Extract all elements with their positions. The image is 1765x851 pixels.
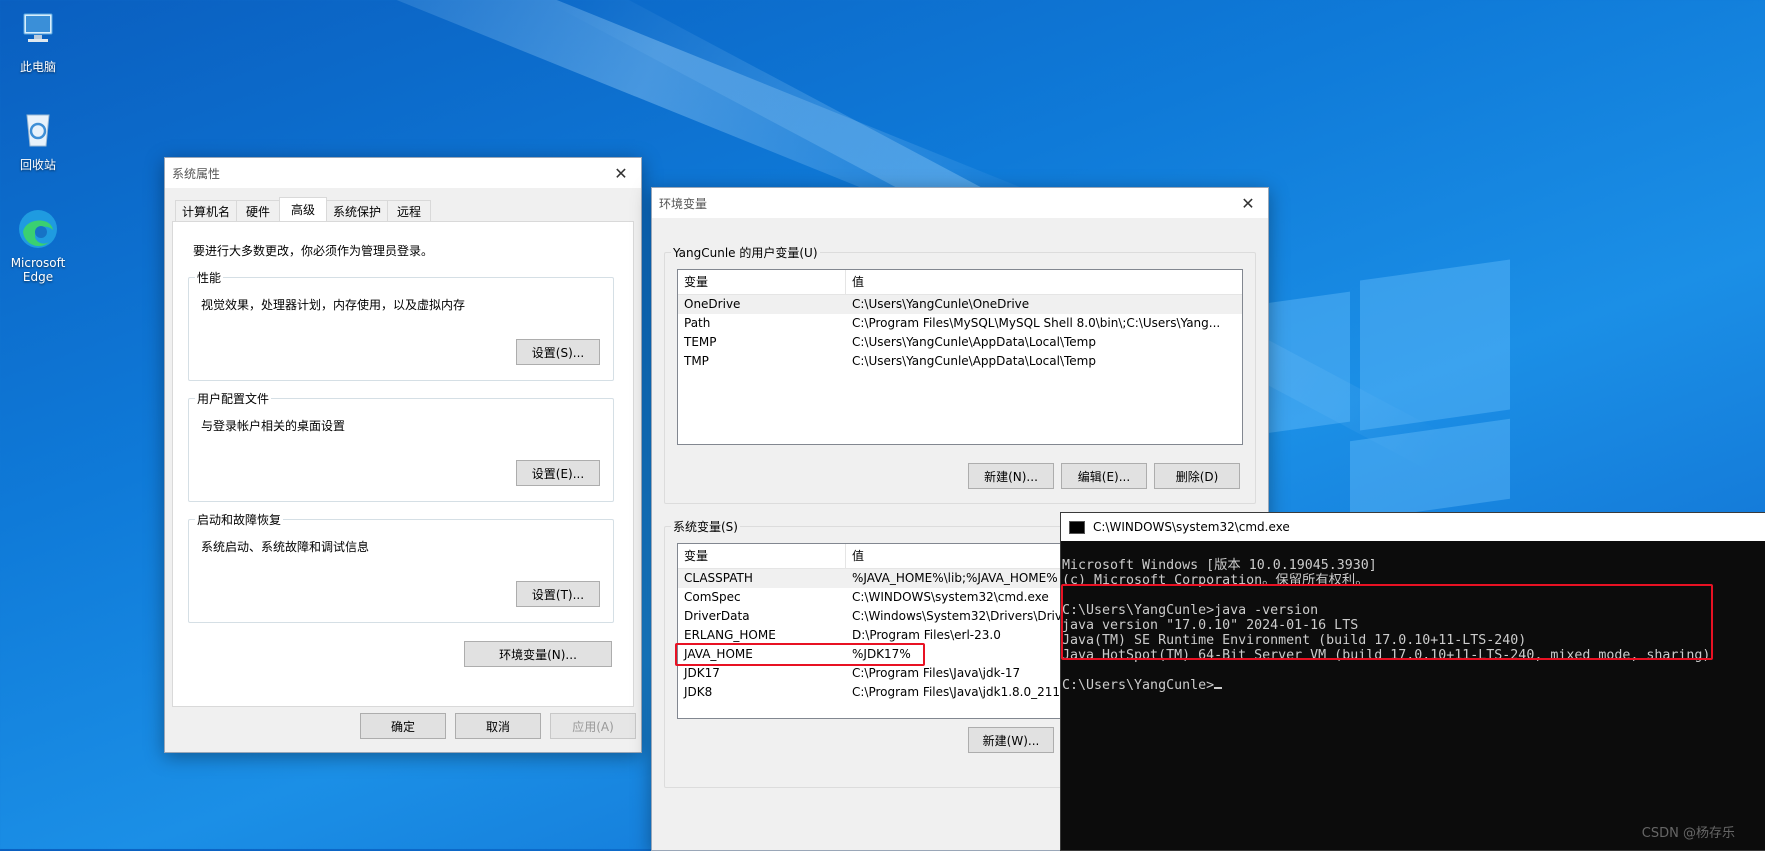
tab-remote[interactable]: 远程 bbox=[387, 200, 431, 221]
row-variable: JDK8 bbox=[684, 685, 713, 699]
system-properties-titlebar[interactable]: 系统属性 ✕ bbox=[165, 158, 641, 188]
environment-variables-button[interactable]: 环境变量(N)... bbox=[464, 641, 612, 667]
column-header-variable[interactable]: 变量 bbox=[678, 270, 846, 294]
row-variable: JDK17 bbox=[684, 666, 720, 680]
startup-recovery-group: 启动和故障恢复 系统启动、系统故障和调试信息 设置(T)... bbox=[188, 511, 614, 623]
tab-page-advanced: 要进行大多数更改，你必须作为管理员登录。 性能 视觉效果，处理器计划，内存使用，… bbox=[172, 221, 634, 707]
system-new-button[interactable]: 新建(W)... bbox=[968, 727, 1054, 753]
wallpaper-logo-pane bbox=[1350, 418, 1510, 522]
list-row[interactable]: TEMP C:\Users\YangCunle\AppData\Local\Te… bbox=[678, 333, 1242, 352]
cmd-line: java version "17.0.10" 2024-01-16 LTS bbox=[1062, 618, 1359, 633]
environment-variables-titlebar[interactable]: 环境变量 ✕ bbox=[652, 188, 1268, 218]
row-variable: Path bbox=[684, 316, 711, 330]
cmd-line: Microsoft Windows [版本 10.0.19045.3930] bbox=[1062, 558, 1377, 573]
list-header: 变量 值 bbox=[678, 270, 1242, 295]
performance-settings-button[interactable]: 设置(S)... bbox=[516, 339, 600, 365]
cmd-window[interactable]: C:\WINDOWS\system32\cmd.exe Microsoft Wi… bbox=[1060, 512, 1765, 851]
wallpaper-logo-pane bbox=[1360, 259, 1510, 431]
list-row[interactable]: OneDrive C:\Users\YangCunle\OneDrive bbox=[678, 295, 1242, 314]
apply-button[interactable]: 应用(A) bbox=[550, 713, 636, 739]
cmd-titlebar[interactable]: C:\WINDOWS\system32\cmd.exe bbox=[1061, 513, 1765, 541]
user-new-button[interactable]: 新建(N)... bbox=[968, 463, 1054, 489]
user-profile-desc: 与登录帐户相关的桌面设置 bbox=[201, 419, 346, 433]
tab-advanced[interactable]: 高级 bbox=[279, 197, 327, 221]
user-profile-settings-button[interactable]: 设置(E)... bbox=[516, 460, 600, 486]
row-variable: CLASSPATH bbox=[684, 571, 753, 585]
cmd-line bbox=[1062, 663, 1765, 678]
row-value: C:\Users\YangCunle\OneDrive bbox=[852, 297, 1030, 311]
cmd-prompt-line: C:\Users\YangCunle> bbox=[1062, 678, 1765, 693]
recycle-bin-icon bbox=[15, 106, 61, 152]
user-delete-button[interactable]: 删除(D) bbox=[1154, 463, 1240, 489]
list-row[interactable]: TMP C:\Users\YangCunle\AppData\Local\Tem… bbox=[678, 352, 1242, 371]
system-variables-legend: 系统变量(S) bbox=[671, 518, 740, 535]
row-value: C:\Program Files\MySQL\MySQL Shell 8.0\b… bbox=[852, 316, 1221, 330]
performance-desc: 视觉效果，处理器计划，内存使用，以及虚拟内存 bbox=[201, 298, 466, 312]
desktop-icon-label: 回收站 bbox=[19, 158, 56, 172]
system-properties-dialog: 系统属性 ✕ 计算机名 硬件 高级 系统保护 远程 要进行大多数更改，你必须作为… bbox=[164, 157, 642, 753]
user-profile-group: 用户配置文件 与登录帐户相关的桌面设置 设置(E)... bbox=[188, 390, 614, 502]
cmd-line: Java(TM) SE Runtime Environment (build 1… bbox=[1062, 633, 1527, 648]
cmd-output[interactable]: Microsoft Windows [版本 10.0.19045.3930] (c… bbox=[1061, 541, 1765, 723]
this-pc-icon bbox=[15, 8, 61, 54]
user-variables-group: YangCunle 的用户变量(U) 变量 值 OneDrive C:\User… bbox=[664, 244, 1256, 504]
user-variables-list[interactable]: 变量 值 OneDrive C:\Users\YangCunle\OneDriv… bbox=[677, 269, 1243, 445]
row-variable: ERLANG_HOME bbox=[684, 628, 776, 642]
column-header-value[interactable]: 值 bbox=[846, 270, 1242, 294]
cmd-line bbox=[1062, 588, 1765, 603]
user-profile-legend: 用户配置文件 bbox=[195, 390, 272, 407]
user-variables-legend: YangCunle 的用户变量(U) bbox=[671, 244, 820, 261]
row-variable: TEMP bbox=[684, 335, 717, 349]
cmd-line: C:\Users\YangCunle>java -version bbox=[1062, 603, 1319, 618]
watermark: CSDN @杨存乐 bbox=[1641, 826, 1735, 841]
dialog-title: 环境变量 bbox=[659, 196, 708, 211]
desktop-icon-this-pc[interactable]: 此电脑 bbox=[0, 8, 76, 75]
cmd-line: Java HotSpot(TM) 64-Bit Server VM (build… bbox=[1062, 648, 1711, 663]
close-icon[interactable]: ✕ bbox=[1228, 188, 1268, 218]
desktop-icon-label: Microsoft Edge bbox=[10, 256, 66, 284]
startup-recovery-settings-button[interactable]: 设置(T)... bbox=[516, 581, 600, 607]
cmd-title: C:\WINDOWS\system32\cmd.exe bbox=[1093, 520, 1290, 534]
row-value: C:\Users\YangCunle\AppData\Local\Temp bbox=[852, 335, 1096, 349]
tab-hardware[interactable]: 硬件 bbox=[236, 200, 280, 221]
edge-icon bbox=[15, 206, 61, 252]
tab-computer-name[interactable]: 计算机名 bbox=[175, 200, 237, 221]
desktop-icon-recycle-bin[interactable]: 回收站 bbox=[0, 106, 76, 173]
close-icon[interactable]: ✕ bbox=[601, 158, 641, 188]
user-edit-button[interactable]: 编辑(E)... bbox=[1061, 463, 1147, 489]
performance-group: 性能 视觉效果，处理器计划，内存使用，以及虚拟内存 设置(S)... bbox=[188, 269, 614, 381]
tab-system-protection[interactable]: 系统保护 bbox=[326, 200, 388, 221]
cmd-cursor bbox=[1214, 687, 1223, 689]
row-variable: JAVA_HOME bbox=[684, 647, 753, 661]
cmd-icon bbox=[1069, 520, 1085, 534]
row-variable: TMP bbox=[684, 354, 709, 368]
desktop-icon-edge[interactable]: Microsoft Edge bbox=[0, 206, 76, 284]
cmd-prompt: C:\Users\YangCunle> bbox=[1062, 678, 1215, 693]
startup-recovery-desc: 系统启动、系统故障和调试信息 bbox=[201, 540, 370, 554]
row-variable: OneDrive bbox=[684, 297, 741, 311]
dialog-title: 系统属性 bbox=[172, 166, 221, 181]
row-value: C:\Users\YangCunle\AppData\Local\Temp bbox=[852, 354, 1096, 368]
list-row[interactable]: Path C:\Program Files\MySQL\MySQL Shell … bbox=[678, 314, 1242, 333]
row-variable: ComSpec bbox=[684, 590, 741, 604]
cmd-line: (c) Microsoft Corporation。保留所有权利。 bbox=[1062, 573, 1369, 588]
ok-button[interactable]: 确定 bbox=[360, 713, 446, 739]
admin-note: 要进行大多数更改，你必须作为管理员登录。 bbox=[193, 244, 434, 258]
cancel-button[interactable]: 取消 bbox=[455, 713, 541, 739]
startup-recovery-legend: 启动和故障恢复 bbox=[195, 511, 284, 528]
row-variable: DriverData bbox=[684, 609, 750, 623]
performance-legend: 性能 bbox=[195, 269, 224, 286]
column-header-variable[interactable]: 变量 bbox=[678, 544, 846, 568]
desktop-icon-label: 此电脑 bbox=[19, 60, 56, 74]
